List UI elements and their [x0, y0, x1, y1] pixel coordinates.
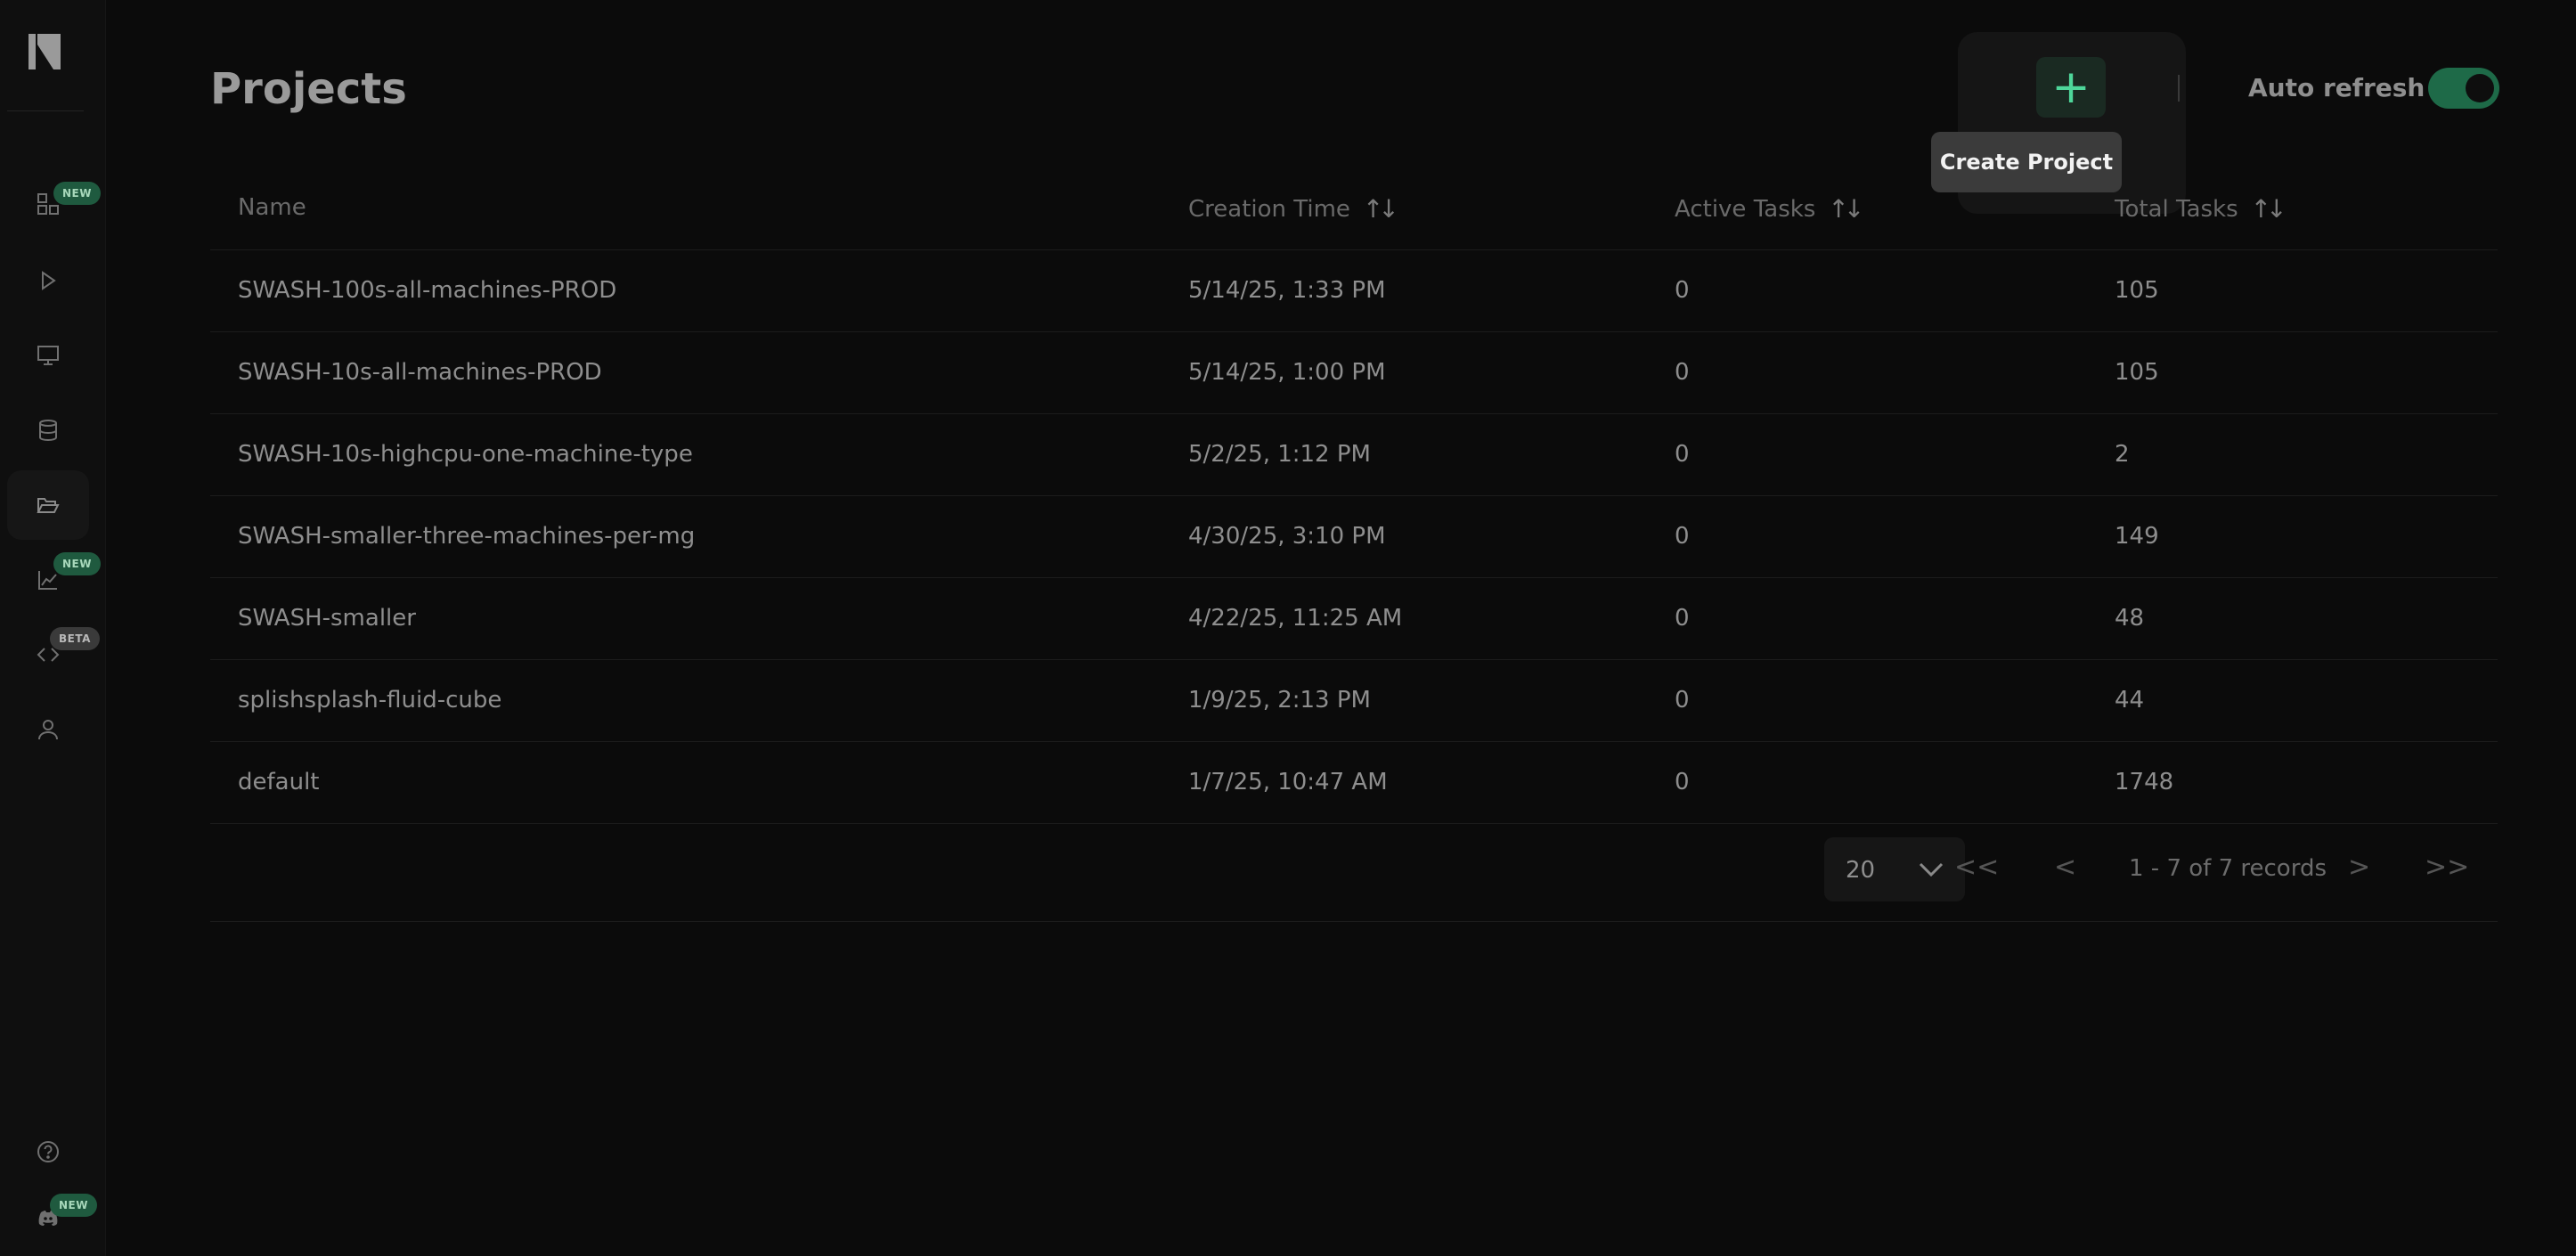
- table-row[interactable]: SWASH-smaller 4/22/25, 11:25 AM 0 48: [210, 578, 2498, 660]
- new-badge: NEW: [53, 182, 101, 205]
- project-name[interactable]: splishsplash-fluid-cube: [238, 687, 501, 714]
- project-name[interactable]: SWASH-10s-highcpu-one-machine-type: [238, 441, 693, 468]
- column-header-total-tasks[interactable]: Total Tasks ↑↓: [2115, 194, 2287, 224]
- sort-icon[interactable]: ↑↓: [1363, 194, 1399, 224]
- total-tasks: 105: [2115, 277, 2159, 304]
- project-name[interactable]: SWASH-smaller-three-machines-per-mg: [238, 523, 695, 550]
- column-label: Name: [238, 194, 306, 221]
- chevron-down-icon: [1919, 862, 1944, 877]
- table-row[interactable]: default 1/7/25, 10:47 AM 0 1748: [210, 742, 2498, 824]
- help-icon: [37, 1141, 59, 1162]
- sort-icon[interactable]: ↑↓: [1828, 194, 1864, 224]
- sidebar: NEW NEW BETA NEW: [0, 0, 106, 1256]
- creation-time: 5/2/25, 1:12 PM: [1188, 441, 1371, 468]
- creation-time: 5/14/25, 1:33 PM: [1188, 277, 1386, 304]
- table-row[interactable]: SWASH-100s-all-machines-PROD 5/14/25, 1:…: [210, 250, 2498, 332]
- auto-refresh-label: Auto refresh: [2248, 73, 2425, 102]
- total-tasks: 149: [2115, 523, 2159, 550]
- pagination: 20 << < 1 - 7 of 7 records > >>: [210, 821, 2498, 922]
- sidebar-item-account[interactable]: [7, 695, 89, 764]
- active-tasks: 0: [1675, 523, 1690, 550]
- projects-table: Name Creation Time ↑↓ Active Tasks ↑↓ To…: [210, 169, 2498, 824]
- app-logo[interactable]: [27, 32, 64, 71]
- auto-refresh-toggle[interactable]: [2428, 68, 2499, 109]
- sidebar-item-projects[interactable]: [7, 470, 89, 540]
- page-title: Projects: [210, 64, 407, 114]
- plus-icon: +: [2051, 61, 2091, 114]
- creation-time: 4/22/25, 11:25 AM: [1188, 605, 1403, 632]
- creation-time: 5/14/25, 1:00 PM: [1188, 359, 1386, 386]
- sidebar-item-help[interactable]: [7, 1117, 89, 1187]
- total-tasks: 44: [2115, 687, 2145, 714]
- beta-badge: BETA: [50, 627, 100, 650]
- database-icon: [39, 420, 57, 442]
- header-divider: [2178, 75, 2180, 102]
- total-tasks: 2: [2115, 441, 2130, 468]
- user-icon: [38, 720, 58, 740]
- last-page-button[interactable]: >>: [2425, 852, 2469, 883]
- total-tasks: 48: [2115, 605, 2145, 632]
- sidebar-item-storage[interactable]: [7, 396, 89, 465]
- active-tasks: 0: [1675, 769, 1690, 795]
- table-row[interactable]: splishsplash-fluid-cube 1/9/25, 2:13 PM …: [210, 660, 2498, 742]
- create-project-button[interactable]: +: [2036, 57, 2106, 118]
- column-label: Creation Time: [1188, 195, 1350, 223]
- sidebar-item-machines[interactable]: [7, 321, 89, 390]
- play-icon: [42, 271, 56, 290]
- table-row[interactable]: SWASH-10s-highcpu-one-machine-type 5/2/2…: [210, 414, 2498, 496]
- active-tasks: 0: [1675, 441, 1690, 468]
- page-size-select[interactable]: 20: [1824, 837, 1965, 901]
- active-tasks: 0: [1675, 605, 1690, 632]
- project-name[interactable]: default: [238, 769, 319, 795]
- table-row[interactable]: SWASH-10s-all-machines-PROD 5/14/25, 1:0…: [210, 332, 2498, 414]
- creation-time: 1/9/25, 2:13 PM: [1188, 687, 1371, 714]
- column-label: Active Tasks: [1675, 195, 1816, 223]
- column-header-creation-time[interactable]: Creation Time ↑↓: [1188, 194, 1399, 224]
- creation-time: 4/30/25, 3:10 PM: [1188, 523, 1386, 550]
- toggle-knob: [2466, 74, 2494, 102]
- prev-page-button[interactable]: <: [2054, 852, 2076, 883]
- monitor-icon: [37, 346, 59, 365]
- total-tasks: 1748: [2115, 769, 2174, 795]
- total-tasks: 105: [2115, 359, 2159, 386]
- new-badge: NEW: [53, 552, 101, 575]
- records-count: 1 - 7 of 7 records: [2129, 855, 2327, 882]
- column-label: Total Tasks: [2115, 195, 2238, 223]
- active-tasks: 0: [1675, 359, 1690, 386]
- project-name[interactable]: SWASH-smaller: [238, 605, 416, 632]
- column-header-name[interactable]: Name: [238, 194, 306, 221]
- sidebar-item-run[interactable]: [7, 246, 89, 315]
- table-row[interactable]: SWASH-smaller-three-machines-per-mg 4/30…: [210, 496, 2498, 578]
- project-name[interactable]: SWASH-100s-all-machines-PROD: [238, 277, 616, 304]
- sort-icon[interactable]: ↑↓: [2251, 194, 2287, 224]
- sidebar-divider: [7, 110, 84, 111]
- project-name[interactable]: SWASH-10s-all-machines-PROD: [238, 359, 602, 386]
- folder-open-icon: [37, 498, 60, 513]
- new-badge: NEW: [50, 1194, 97, 1217]
- active-tasks: 0: [1675, 687, 1690, 714]
- page-size-value: 20: [1846, 857, 1876, 884]
- next-page-button[interactable]: >: [2348, 852, 2370, 883]
- active-tasks: 0: [1675, 277, 1690, 304]
- table-header: Name Creation Time ↑↓ Active Tasks ↑↓ To…: [210, 169, 2498, 250]
- column-header-active-tasks[interactable]: Active Tasks ↑↓: [1675, 194, 1864, 224]
- creation-time: 1/7/25, 10:47 AM: [1188, 769, 1388, 795]
- first-page-button[interactable]: <<: [1954, 852, 1999, 883]
